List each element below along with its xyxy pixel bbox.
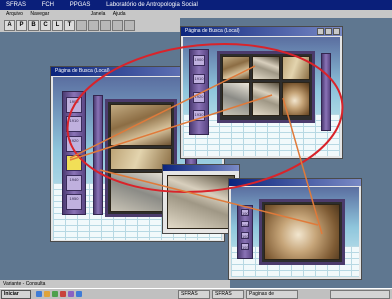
toolbar-button-c[interactable]: C <box>40 19 51 31</box>
taskbar-task-button[interactable]: SFRAS <box>212 290 244 299</box>
decade-tab[interactable]: 1900 <box>241 209 249 216</box>
photo-thumbnail[interactable] <box>222 56 250 80</box>
toolbar-button-p[interactable]: P <box>16 19 27 31</box>
search-window-bottom-right: 1900 1910 1920 1930 <box>228 178 362 280</box>
taskbar-task-button[interactable]: Paginas de <box>246 290 298 299</box>
decade-pillar: 1900 1910 1920 1930 <box>189 49 209 135</box>
decade-pillar: 1900 1910 1920 1940 1950 <box>62 91 86 215</box>
right-pillar <box>321 53 331 131</box>
decade-tab[interactable]: 1910 <box>193 73 205 85</box>
toolbar-image-icon[interactable] <box>112 19 123 31</box>
quicklaunch-icon[interactable] <box>36 291 42 297</box>
decade-tab[interactable]: 1930 <box>241 243 249 251</box>
photo-thumbnail[interactable] <box>252 56 280 80</box>
window-title-bar <box>229 179 361 186</box>
app-title-part: Laboratório de Antropologia Social <box>106 2 198 8</box>
decade-tab[interactable]: 1910 <box>241 220 249 228</box>
photo-thumbnail[interactable] <box>282 56 310 80</box>
app-title-part: FCH <box>41 2 55 8</box>
toolbar: A P B C L T <box>0 18 180 32</box>
menu-bar: Arquivo Navegar Janela Ajuda <box>0 10 392 18</box>
decade-tab[interactable]: 1920 <box>241 232 249 239</box>
decade-tab[interactable]: 1940 <box>66 174 82 191</box>
system-tray <box>330 290 390 299</box>
toolbar-image-icon[interactable] <box>76 19 87 31</box>
quicklaunch-icon[interactable] <box>76 291 82 297</box>
decade-tab[interactable]: 1920 <box>193 92 205 103</box>
photo-thumbnail[interactable] <box>252 82 280 116</box>
quicklaunch-icon[interactable] <box>44 291 50 297</box>
decade-tab[interactable]: 1930 <box>193 110 205 122</box>
photo-thumbnail[interactable] <box>167 175 235 229</box>
maximize-icon[interactable] <box>325 28 332 35</box>
decade-tab[interactable]: 1910 <box>66 116 82 133</box>
side-pillar <box>93 95 103 215</box>
decade-tab-selected[interactable] <box>66 155 82 172</box>
window-title-bar <box>163 165 239 171</box>
decade-pillar: 1900 1910 1920 1930 <box>237 205 253 259</box>
toolbar-button-b[interactable]: B <box>28 19 39 31</box>
app-title-part: SFRAS <box>6 2 27 8</box>
gallery-stage: 1900 1910 1920 1930 <box>183 37 340 156</box>
app-titlebar: SFRAS FCH PPGAS Laboratório de Antropolo… <box>0 0 392 10</box>
enlarged-photo[interactable] <box>264 204 340 260</box>
photo-thumbnail[interactable] <box>110 104 172 146</box>
decade-tab[interactable]: 1900 <box>66 96 82 113</box>
decade-tab[interactable]: 1950 <box>66 194 82 211</box>
toolbar-button-l[interactable]: L <box>52 19 63 31</box>
toolbar-button-t[interactable]: T <box>64 19 75 31</box>
taskbar: Iniciar SFRAS SFRAS Paginas de <box>0 288 392 299</box>
toolbar-image-icon[interactable] <box>124 19 135 31</box>
menu-item-navegar[interactable]: Navegar <box>30 11 49 17</box>
menu-item-ajuda[interactable]: Ajuda <box>113 11 126 17</box>
start-button[interactable]: Iniciar <box>1 290 31 299</box>
decade-tab[interactable]: 1920 <box>66 135 82 152</box>
photo-thumbnail[interactable] <box>282 82 310 116</box>
minimize-icon[interactable] <box>317 28 324 35</box>
menu-item-janela[interactable]: Janela <box>91 11 106 17</box>
app-title-part: PPGAS <box>69 2 91 8</box>
quicklaunch-icon[interactable] <box>52 291 58 297</box>
decade-tab[interactable]: 1900 <box>193 55 205 66</box>
photo-frame <box>259 199 345 265</box>
photo-thumbnail[interactable] <box>222 82 250 116</box>
search-window-top-right: Página de Busca (Local) 1900 1910 1920 1… <box>180 26 343 159</box>
quicklaunch-icon[interactable] <box>60 291 66 297</box>
quicklaunch-icon[interactable] <box>68 291 74 297</box>
photo-frame <box>217 51 315 123</box>
toolbar-image-icon[interactable] <box>100 19 111 31</box>
status-bar: Variante - Consulta <box>0 280 230 288</box>
gallery-stage: 1900 1910 1920 1930 <box>231 187 359 277</box>
taskbar-task-button[interactable]: SFRAS <box>178 290 210 299</box>
toolbar-image-icon[interactable] <box>88 19 99 31</box>
toolbar-button-a[interactable]: A <box>4 19 15 31</box>
close-icon[interactable] <box>333 28 340 35</box>
menu-item-arquivo[interactable]: Arquivo <box>6 11 23 17</box>
window-controls <box>316 28 340 35</box>
